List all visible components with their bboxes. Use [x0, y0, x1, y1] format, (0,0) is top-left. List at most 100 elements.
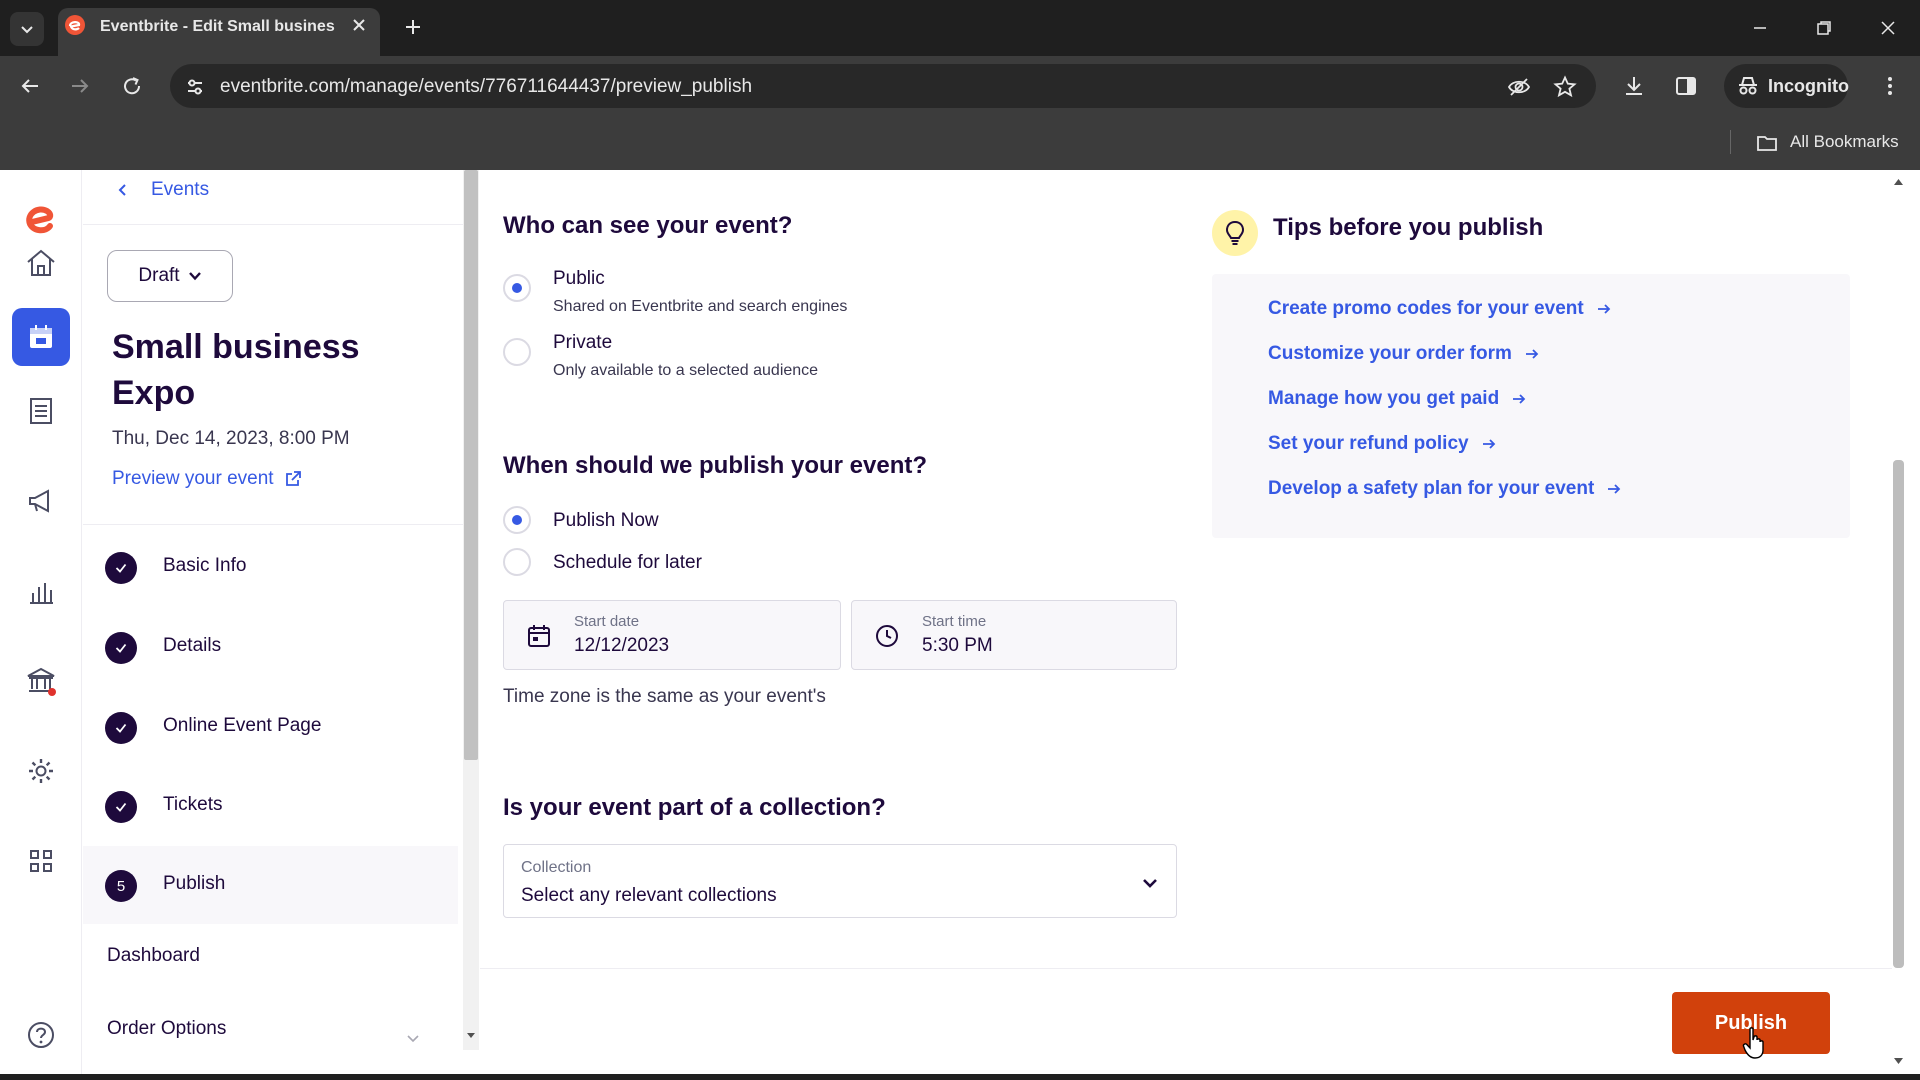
bookmark-star-button[interactable] [1552, 74, 1578, 100]
step-tickets[interactable]: Tickets [83, 767, 458, 845]
forward-button[interactable] [66, 72, 94, 100]
address-bar[interactable]: eventbrite.com/manage/events/77671164443… [170, 64, 1596, 108]
tracking-protection-button[interactable] [1506, 74, 1532, 100]
window-close-button[interactable] [1874, 14, 1902, 42]
scroll-up-arrow-icon[interactable] [1892, 176, 1905, 189]
step-online-event-page[interactable]: Online Event Page [83, 688, 458, 766]
tip-label: Manage how you get paid [1268, 388, 1500, 409]
tab-search-button[interactable] [10, 12, 44, 46]
back-to-events-link[interactable]: Events [113, 170, 209, 210]
chevron-down-icon [21, 26, 33, 34]
plus-icon [406, 20, 420, 34]
arrow-right-icon [1525, 349, 1539, 359]
browser-menu-button[interactable] [1876, 72, 1904, 100]
hand-cursor-icon [1742, 1027, 1764, 1059]
event-sidebar: Events Draft Small business Expo Thu, De… [83, 170, 463, 1080]
close-icon[interactable] [350, 16, 368, 34]
back-button[interactable] [16, 72, 44, 100]
incognito-indicator[interactable]: Incognito [1724, 64, 1849, 108]
side-panel-button[interactable] [1672, 72, 1700, 100]
minimize-icon [1754, 27, 1766, 29]
tip-label: Create promo codes for your event [1268, 298, 1584, 319]
tip-link-safety-plan[interactable]: Develop a safety plan for your event [1268, 478, 1622, 500]
rail-marketing[interactable] [12, 472, 70, 530]
main-scrollbar-thumb[interactable] [1893, 460, 1904, 968]
minimize-button[interactable] [1746, 14, 1774, 42]
private-label: Private [553, 332, 613, 353]
start-time-label: Start time [922, 613, 987, 630]
lightbulb-icon [1212, 210, 1258, 256]
rail-settings[interactable] [12, 742, 70, 800]
reload-icon [124, 77, 141, 95]
side-panel-icon [1676, 77, 1696, 95]
orders-list-icon [30, 398, 52, 424]
rail-home[interactable] [12, 234, 70, 292]
reload-button[interactable] [118, 72, 146, 100]
url-text: eventbrite.com/manage/events/77671164443… [220, 76, 753, 97]
publish-now-radio[interactable] [503, 506, 531, 534]
arrow-right-icon [72, 79, 89, 93]
order-options-link[interactable]: Order Options [107, 1018, 226, 1040]
public-description: Shared on Eventbrite and search engines [553, 298, 848, 315]
bar-chart-icon [30, 583, 53, 604]
schedule-later-label: Schedule for later [553, 552, 702, 573]
tip-link-promo-codes[interactable]: Create promo codes for your event [1268, 298, 1612, 320]
start-date-value: 12/12/2023 [574, 635, 670, 656]
back-label: Events [151, 179, 210, 200]
step-publish[interactable]: 5 Publish [83, 846, 458, 924]
chevron-left-icon [118, 184, 126, 196]
status-label: Draft [138, 265, 180, 286]
collection-select[interactable]: Collection Select any relevant collectio… [503, 844, 1177, 918]
rail-events[interactable] [12, 308, 70, 366]
site-settings-icon[interactable] [184, 76, 206, 98]
visibility-title: Who can see your event? [503, 212, 793, 239]
tip-link-get-paid[interactable]: Manage how you get paid [1268, 388, 1527, 410]
start-time-field[interactable]: Start time 5:30 PM [851, 600, 1177, 670]
timezone-note: Time zone is the same as your event's [503, 686, 826, 707]
scroll-down-arrow-icon[interactable] [464, 1028, 478, 1042]
schedule-later-radio[interactable] [503, 548, 531, 576]
step-label: Online Event Page [163, 715, 322, 736]
start-date-field[interactable]: Start date 12/12/2023 [503, 600, 841, 670]
rail-reporting[interactable] [12, 562, 70, 620]
arrow-right-icon [1482, 439, 1495, 449]
bookmarks-divider [1730, 130, 1731, 154]
incognito-icon [1739, 77, 1757, 95]
public-radio[interactable] [503, 274, 531, 302]
rail-apps[interactable] [12, 832, 70, 890]
chevron-down-icon[interactable] [405, 1030, 421, 1046]
private-radio[interactable] [503, 338, 531, 366]
restore-button[interactable] [1810, 14, 1838, 42]
app-nav-rail [0, 170, 82, 1080]
tip-label: Set your refund policy [1268, 433, 1469, 454]
preview-event-link[interactable]: Preview your event [112, 468, 302, 490]
scroll-down-arrow-icon[interactable] [1892, 1054, 1905, 1067]
sidebar-scrollbar-thumb[interactable] [464, 170, 478, 760]
step-details[interactable]: Details [83, 608, 458, 686]
arrow-right-icon [1513, 394, 1526, 404]
collection-title: Is your event part of a collection? [503, 794, 886, 821]
step-basic-info[interactable]: Basic Info [83, 528, 458, 606]
check-circle-icon [105, 712, 137, 744]
step-label: Details [163, 635, 222, 656]
chevron-down-icon [188, 272, 201, 281]
private-description: Only available to a selected audience [553, 362, 819, 379]
all-bookmarks-link[interactable]: All Bookmarks [1790, 132, 1899, 152]
status-dropdown[interactable]: Draft [107, 250, 233, 302]
rail-finance[interactable] [12, 652, 70, 710]
new-tab-button[interactable] [398, 12, 428, 42]
calendar-icon [30, 325, 52, 348]
downloads-button[interactable] [1620, 72, 1648, 100]
bookmarks-bar: All Bookmarks [0, 116, 1920, 170]
footer-divider [480, 968, 1892, 969]
tip-link-refund-policy[interactable]: Set your refund policy [1268, 433, 1497, 455]
rail-orders[interactable] [12, 382, 70, 440]
tip-label: Customize your order form [1268, 343, 1512, 364]
dashboard-link[interactable]: Dashboard [107, 945, 200, 967]
tip-link-order-form[interactable]: Customize your order form [1268, 343, 1540, 365]
rail-help[interactable] [12, 1006, 70, 1064]
start-time-value: 5:30 PM [922, 635, 993, 656]
incognito-label: Incognito [1768, 76, 1849, 96]
arrow-right-icon [1608, 484, 1621, 494]
tips-title: Tips before you publish [1273, 214, 1544, 241]
